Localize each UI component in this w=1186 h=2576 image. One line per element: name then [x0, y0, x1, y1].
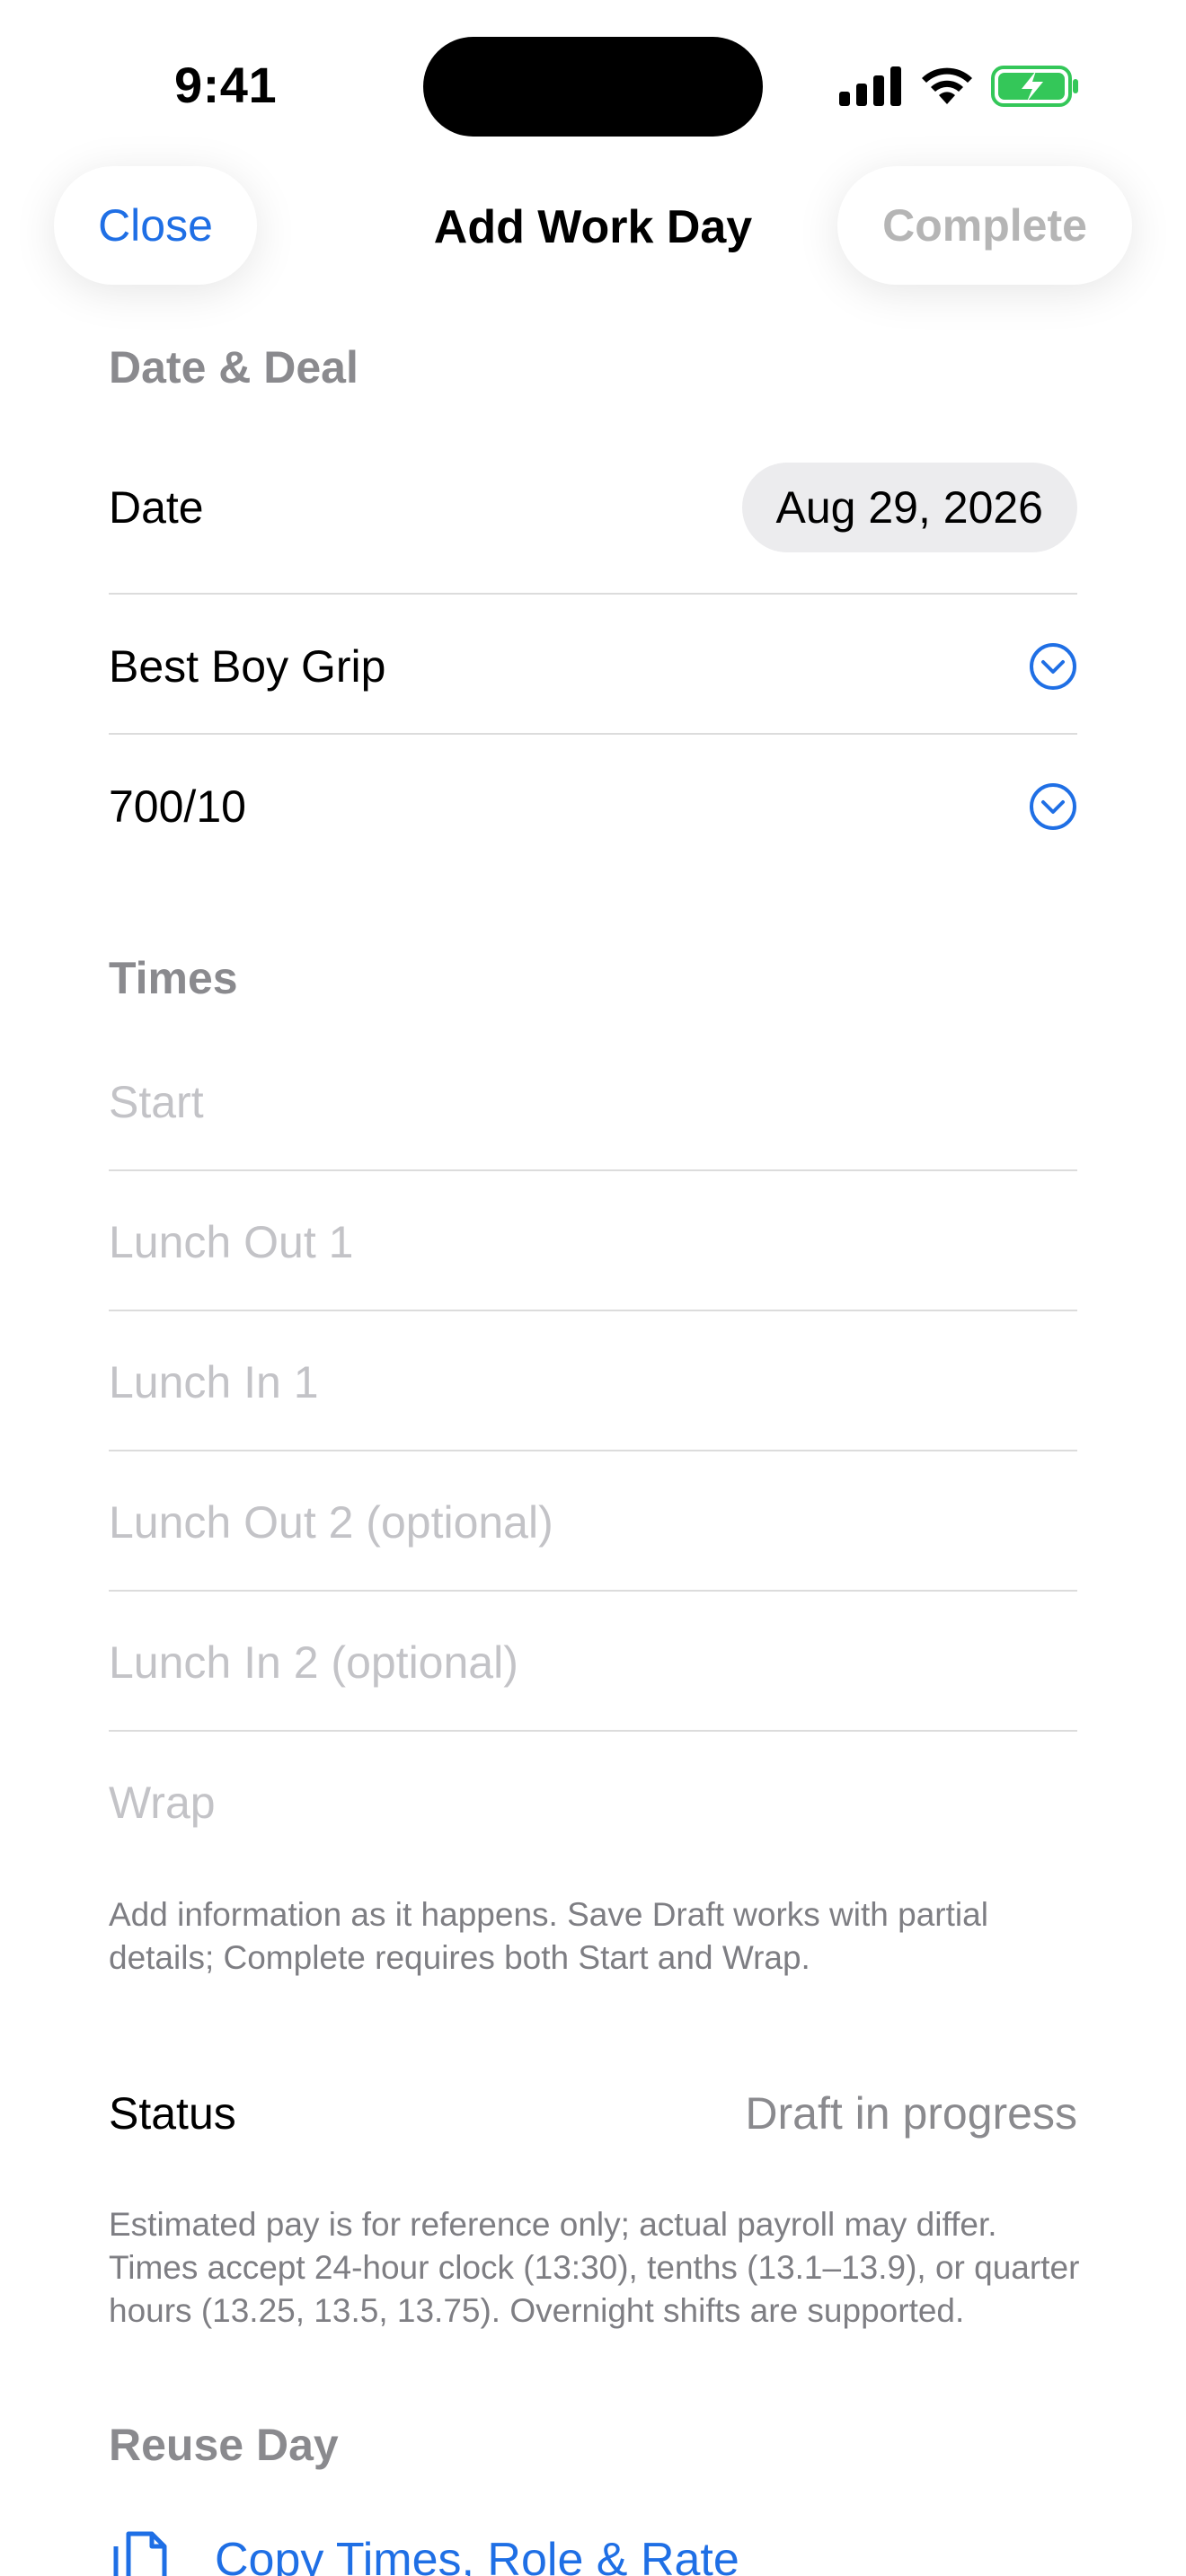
status-bar: 9:41 [0, 0, 1186, 162]
divider [109, 1730, 1077, 1732]
copy-times-role-rate-button[interactable]: Copy Times, Role & Rate [109, 2528, 739, 2576]
times-footnote: Add information as it happens. Save Draf… [109, 1896, 988, 1976]
section-header-times: Times [109, 953, 238, 1003]
section-header-date-deal: Date & Deal [109, 342, 358, 393]
divider [109, 1590, 1077, 1592]
chevron-down-circle-icon [1030, 643, 1076, 690]
battery-charging-icon [991, 66, 1078, 107]
date-picker-button[interactable]: Aug 29, 2026 [741, 463, 1077, 552]
status-row: Status Draft in progress [109, 2084, 1077, 2143]
complete-button[interactable]: Complete [837, 166, 1132, 285]
divider [109, 593, 1077, 595]
lunch-out-1-field[interactable]: Lunch Out 1 [109, 1216, 1077, 1268]
wifi-icon [922, 67, 972, 104]
copy-documents-icon [113, 2531, 167, 2576]
divider [109, 1450, 1077, 1451]
navigation-bar: Close Add Work Day Complete [0, 166, 1186, 287]
divider [109, 1169, 1077, 1171]
dynamic-island [423, 37, 763, 137]
lunch-in-1-field[interactable]: Lunch In 1 [109, 1356, 1077, 1408]
pay-disclaimer-footnote: Estimated pay is for reference only; act… [109, 2206, 1080, 2329]
date-label: Date [109, 482, 204, 533]
status-value: Draft in progress [745, 2088, 1077, 2139]
cellular-signal-icon [839, 66, 901, 106]
rate-picker-row[interactable]: 700/10 [109, 769, 1077, 844]
divider [109, 1310, 1077, 1311]
status-time: 9:41 [174, 57, 278, 113]
start-time-field[interactable]: Start [109, 1076, 1077, 1128]
role-value: Best Boy Grip [109, 641, 386, 692]
lunch-in-2-field[interactable]: Lunch In 2 (optional) [109, 1636, 1077, 1689]
divider [109, 733, 1077, 735]
rate-value: 700/10 [109, 781, 246, 832]
lunch-out-2-field[interactable]: Lunch Out 2 (optional) [109, 1496, 1077, 1548]
role-picker-row[interactable]: Best Boy Grip [109, 629, 1077, 704]
copy-times-role-rate-label: Copy Times, Role & Rate [215, 2534, 739, 2576]
chevron-down-circle-icon [1030, 783, 1076, 830]
date-row: Date Aug 29, 2026 [109, 463, 1077, 552]
wrap-time-field[interactable]: Wrap [109, 1777, 1077, 1829]
section-header-reuse-day: Reuse Day [109, 2420, 339, 2470]
status-label: Status [109, 2088, 236, 2139]
